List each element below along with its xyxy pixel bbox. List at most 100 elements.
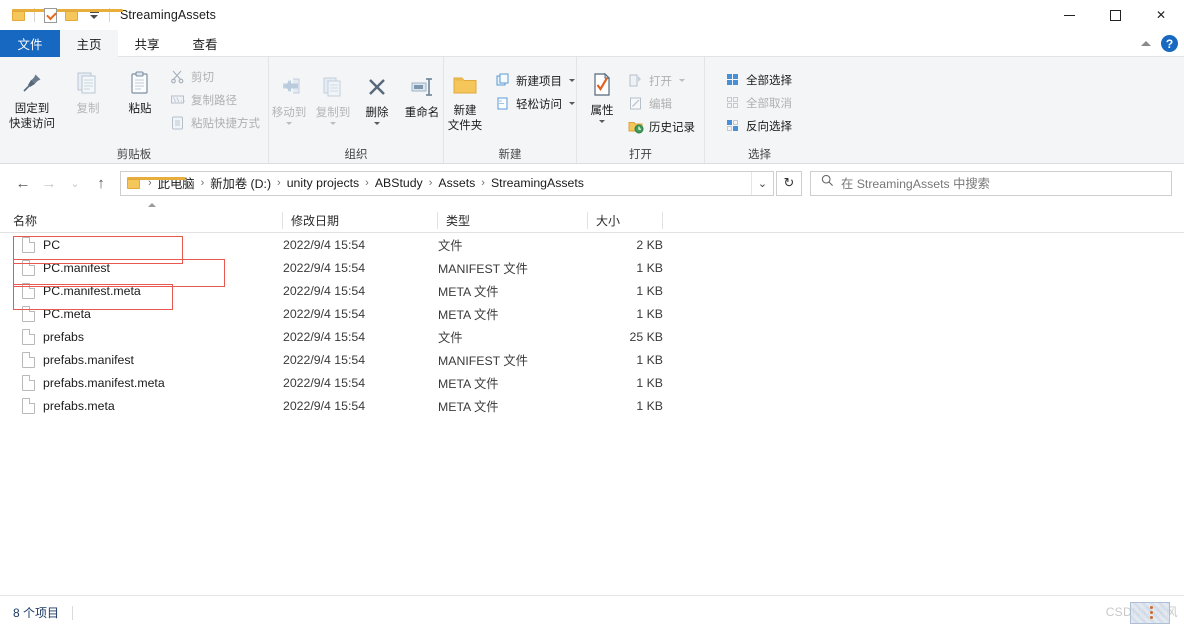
minimize-button[interactable] (1046, 0, 1092, 30)
table-row[interactable]: prefabs.manifest 2022/9/4 15:54 MANIFEST… (0, 348, 1184, 371)
sort-ascending-icon (148, 203, 156, 207)
address-dropdown-icon[interactable]: ⌄ (751, 171, 773, 195)
file-name-label: prefabs (43, 329, 85, 344)
paste-shortcut-button[interactable]: 粘贴快捷方式 (166, 112, 266, 133)
maximize-button[interactable] (1092, 0, 1138, 30)
new-folder-icon[interactable] (61, 4, 123, 26)
column-header-type[interactable]: 类型 (438, 208, 588, 233)
select-small-buttons: 全部选择 全部取消 反向选择 (721, 64, 798, 136)
ribbon-tab-strip: 文件 主页 共享 查看 (0, 30, 1184, 57)
refresh-button[interactable]: ↻ (776, 170, 802, 196)
properties-caret-icon[interactable] (599, 120, 605, 123)
folder-icon[interactable] (8, 4, 70, 26)
breadcrumb-unity-projects[interactable]: unity projects (285, 176, 361, 190)
file-explorer-window: StreamingAssets ✕ 文件 主页 共享 查看 ? 固定到 快速访问… (0, 0, 1184, 629)
copy-to-button[interactable]: 复制到 (311, 65, 355, 125)
chevron-up-icon[interactable] (1141, 41, 1151, 46)
delete-button[interactable]: 删除 (355, 65, 399, 125)
breadcrumb-abstudy[interactable]: ABStudy (373, 176, 425, 190)
table-row[interactable]: PC.meta 2022/9/4 15:54 META 文件 1 KB (0, 302, 1184, 325)
search-box[interactable]: 在 StreamingAssets 中搜索 (810, 170, 1172, 196)
file-name-cell: PC.manifest (0, 259, 283, 276)
paste-button[interactable]: 粘贴 (114, 61, 166, 116)
group-label-organize: 组织 (344, 149, 368, 161)
title-bar: StreamingAssets ✕ (0, 0, 1184, 30)
easy-access-icon (494, 95, 511, 112)
file-icon (22, 374, 35, 391)
file-size-cell: 1 KB (636, 260, 663, 275)
select-all-icon (724, 71, 741, 88)
breadcrumb-drive-d[interactable]: 新加卷 (D:) (208, 174, 273, 192)
file-name-label: prefabs.meta (43, 398, 115, 413)
select-all-button[interactable]: 全部选择 (721, 69, 798, 90)
delete-caret-icon[interactable] (374, 122, 380, 125)
item-count-label: 8 个项目 (13, 606, 60, 620)
customize-caret-icon[interactable] (83, 4, 105, 26)
cut-button[interactable]: 剪切 (166, 66, 266, 87)
address-bar[interactable]: › 此电脑 › 新加卷 (D:) › unity projects › ABSt… (120, 170, 774, 196)
copy-to-icon (320, 69, 346, 105)
copy-path-button[interactable]: \\.. 复制路径 (166, 89, 266, 110)
move-to-caret-icon[interactable] (286, 122, 292, 125)
file-type-cell: META 文件 (438, 307, 499, 322)
new-item-button[interactable]: 新建项目 (491, 70, 581, 91)
table-row[interactable]: PC.manifest.meta 2022/9/4 15:54 META 文件 … (0, 279, 1184, 302)
new-small-buttons: 新建项目 轻松访问 (491, 63, 581, 114)
scissors-icon (169, 68, 186, 85)
address-bar-row: ← → ⌄ ↑ › 此电脑 › 新加卷 (D:) › unity project… (0, 165, 1184, 201)
help-icon[interactable]: ? (1161, 35, 1178, 52)
move-to-button[interactable]: 移动到 (267, 65, 311, 125)
easy-access-caret-icon[interactable] (569, 102, 575, 105)
column-header-name[interactable]: 名称 (0, 208, 283, 233)
file-type-cell: MANIFEST 文件 (438, 261, 528, 276)
edit-button[interactable]: 编辑 (624, 93, 701, 114)
column-header-date[interactable]: 修改日期 (283, 208, 438, 233)
forward-button[interactable]: → (36, 170, 62, 196)
select-all-label: 全部选择 (746, 74, 792, 87)
tab-home[interactable]: 主页 (60, 30, 118, 57)
file-size-cell: 2 KB (636, 237, 663, 252)
breadcrumb-streamingassets[interactable]: StreamingAssets (489, 176, 586, 190)
copy-label: 复制 (76, 103, 100, 115)
back-button[interactable]: ← (10, 170, 36, 196)
close-button[interactable]: ✕ (1138, 0, 1184, 30)
pin-icon (18, 65, 46, 101)
file-size-cell: 1 KB (636, 398, 663, 413)
copy-to-caret-icon[interactable] (330, 122, 336, 125)
open-button[interactable]: 打开 (624, 70, 701, 91)
table-row[interactable]: prefabs.manifest.meta 2022/9/4 15:54 MET… (0, 371, 1184, 394)
ribbon-group-select: 全部选择 全部取消 反向选择 选择 (704, 57, 814, 163)
table-row[interactable]: PC.manifest 2022/9/4 15:54 MANIFEST 文件 1… (0, 256, 1184, 279)
table-row[interactable]: prefabs 2022/9/4 15:54 文件 25 KB (0, 325, 1184, 348)
tab-share[interactable]: 共享 (118, 30, 176, 57)
copy-button[interactable]: 复制 (62, 61, 114, 116)
file-type-cell: MANIFEST 文件 (438, 353, 528, 368)
delete-label: 删除 (365, 107, 389, 119)
quick-access-toolbar (0, 0, 123, 30)
tab-file[interactable]: 文件 (0, 30, 60, 57)
properties-check-icon[interactable] (39, 4, 61, 26)
tab-view[interactable]: 查看 (176, 30, 234, 57)
table-row[interactable]: prefabs.meta 2022/9/4 15:54 META 文件 1 KB (0, 394, 1184, 417)
file-name-cell: prefabs.manifest (0, 351, 283, 368)
invert-selection-button[interactable]: 反向选择 (721, 115, 798, 136)
copy-icon (75, 65, 101, 101)
table-row[interactable]: PC 2022/9/4 15:54 文件 2 KB (0, 233, 1184, 256)
search-input[interactable]: 在 StreamingAssets 中搜索 (841, 174, 990, 192)
column-header-size[interactable]: 大小 (588, 208, 663, 233)
pin-label-line2: 快速访问 (9, 118, 55, 130)
recent-locations-button[interactable]: ⌄ (62, 170, 88, 196)
properties-button[interactable]: 属性 (580, 63, 624, 123)
new-folder-button[interactable]: 新建 文件夹 (439, 63, 491, 133)
breadcrumb-assets[interactable]: Assets (436, 176, 477, 190)
breadcrumb-separator-3: › (365, 177, 369, 189)
easy-access-button[interactable]: 轻松访问 (491, 93, 581, 114)
up-button[interactable]: ↑ (88, 170, 114, 196)
pin-to-quick-access-button[interactable]: 固定到 快速访问 (2, 61, 62, 131)
file-date-cell: 2022/9/4 15:54 (283, 375, 366, 390)
new-item-caret-icon[interactable] (569, 79, 575, 82)
paste-label: 粘贴 (128, 103, 152, 115)
open-caret-icon[interactable] (679, 79, 685, 82)
history-button[interactable]: 历史记录 (624, 116, 701, 137)
select-none-button[interactable]: 全部取消 (721, 92, 798, 113)
